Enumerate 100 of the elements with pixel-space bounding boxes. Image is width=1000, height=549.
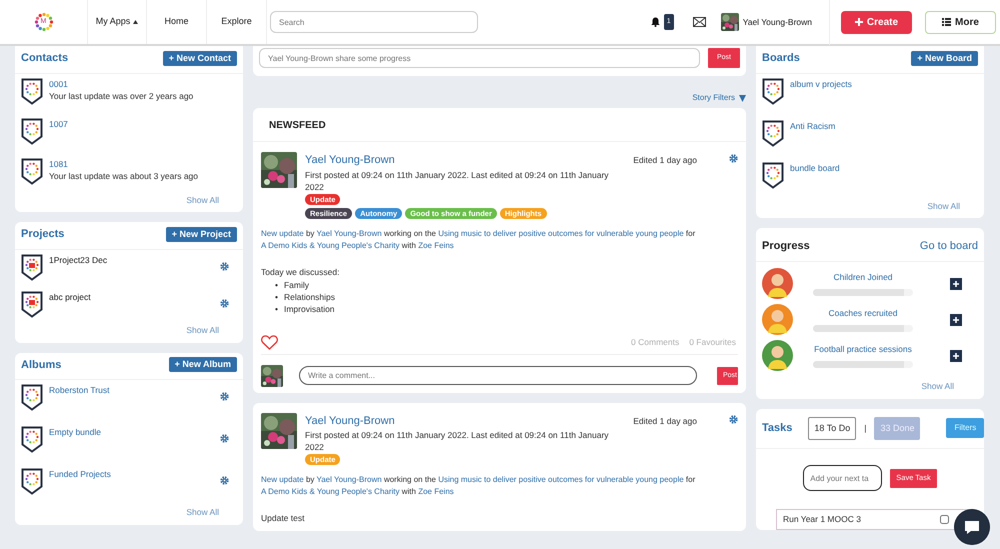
filters-button[interactable]: Filters <box>946 418 984 438</box>
filter-icon <box>739 94 746 102</box>
link[interactable]: Yael Young-Brown <box>316 229 382 238</box>
bullet-item: Relationships <box>284 290 336 303</box>
item-link[interactable]: 1007 <box>49 118 68 130</box>
search-field[interactable]: Search <box>270 11 478 33</box>
mail-icon[interactable] <box>692 17 706 27</box>
add-icon[interactable] <box>950 278 962 290</box>
item-link[interactable]: 1081 <box>49 158 198 170</box>
panel-title: Albums <box>21 358 62 372</box>
bullet-marker: • <box>275 302 278 315</box>
bell-icon[interactable] <box>650 17 660 27</box>
chat-icon[interactable] <box>954 509 990 545</box>
post-text: Today we discussed: <box>261 266 340 279</box>
author-link[interactable]: Yael Young-Brown <box>305 154 395 166</box>
share-field[interactable]: Yael Young-Brown share some progress <box>259 48 700 68</box>
show-all-link[interactable]: Show All <box>186 506 219 519</box>
item-link[interactable]: Anti Racism <box>790 120 836 132</box>
edited-text: Edited 1 day ago <box>633 154 697 167</box>
heart-icon[interactable] <box>261 334 278 350</box>
link[interactable]: Zoe Feins <box>418 487 454 496</box>
panel-title: Contacts <box>21 51 68 66</box>
shield-icon <box>762 120 784 146</box>
show-all-link[interactable]: Show All <box>927 200 960 212</box>
logo-icon[interactable] <box>34 12 54 32</box>
item-link[interactable]: Roberston Trust <box>49 384 110 397</box>
bullet-marker: • <box>275 290 278 303</box>
link[interactable]: New update <box>261 229 304 238</box>
new-button[interactable]: + New Project <box>166 227 237 242</box>
shield-icon <box>21 426 43 453</box>
shield-icon <box>21 254 43 281</box>
nav-link[interactable]: Explore <box>207 0 267 44</box>
link[interactable]: Zoe Feins <box>418 241 454 250</box>
shield-icon <box>21 78 43 104</box>
comments-count: 0 Comments <box>631 336 680 349</box>
create-button[interactable]: Create <box>841 10 912 34</box>
comment-field[interactable]: Write a comment... <box>299 366 697 386</box>
favourites-count: 0 Favourites <box>689 336 736 349</box>
link[interactable]: A Demo Kids & Young People's Charity <box>261 487 400 496</box>
add-icon[interactable] <box>950 314 962 326</box>
post-meta: First posted at 09:24 on 11th January 2022. Last edited at 09:24 on 11th January 2022 <box>305 429 610 454</box>
user-name[interactable]: Yael Young-Brown <box>742 16 812 28</box>
nav-link[interactable]: Home <box>147 0 207 44</box>
go-to-board-link[interactable]: Go to board <box>920 238 978 255</box>
panel-title: Progress <box>762 239 810 254</box>
shield-icon <box>21 290 43 318</box>
task-text: Run Year 1 MOOC 3 <box>783 513 861 526</box>
post-text: Update test <box>261 512 306 525</box>
show-all-link[interactable]: Show All <box>186 324 219 336</box>
shield-icon <box>21 468 43 495</box>
bullet-marker: • <box>275 278 278 291</box>
settings-icon[interactable] <box>220 298 229 308</box>
post-meta: First posted at 09:24 on 11th January 2022. Last edited at 09:24 on 11th January 2022 <box>305 168 610 192</box>
progress-label: Children Joined <box>833 271 893 284</box>
update-text: Your last update was over 2 years ago <box>49 90 194 103</box>
item-link[interactable]: bundle board <box>790 162 840 174</box>
apps-menu[interactable]: My Apps <box>88 0 147 44</box>
shield-icon <box>762 162 784 188</box>
post-sentence: New update by Yael Young-Brown working on the Using music to deliver positive outcomes for vulnerable young people for A Demo Kids & Young People's Charity with Zoe Feins <box>261 228 696 252</box>
item-link[interactable]: Funded Projects <box>49 468 111 481</box>
new-button[interactable]: + New Album <box>168 357 237 372</box>
post-sentence: New update by Yael Young-Brown working on the Using music to deliver positive outcomes for vulnerable young people for A Demo Kids & Young People's Charity with Zoe Feins <box>261 474 696 498</box>
shield-icon <box>21 118 43 144</box>
link[interactable]: Using music to deliver positive outcomes for vulnerable young people <box>438 475 684 484</box>
item-link[interactable]: album v projects <box>790 78 852 90</box>
show-all-link[interactable]: Show All <box>186 194 219 206</box>
new-button[interactable]: + New Contact <box>162 50 237 66</box>
settings-icon[interactable] <box>220 262 229 271</box>
tab[interactable]: 18 To Do <box>808 416 856 440</box>
panel-title: Boards <box>762 51 800 66</box>
update-text: Your last update was about 3 years ago <box>49 170 198 183</box>
link[interactable]: Using music to deliver positive outcomes for vulnerable young people <box>438 229 684 238</box>
settings-icon[interactable] <box>729 154 738 163</box>
link[interactable]: A Demo Kids & Young People's Charity <box>261 241 400 250</box>
settings-icon[interactable] <box>220 434 229 443</box>
edited-text: Edited 1 day ago <box>633 414 697 428</box>
settings-icon[interactable] <box>220 476 229 485</box>
progress-label: Football practice sessions <box>814 343 912 356</box>
more-button[interactable]: More <box>925 10 996 34</box>
item-link[interactable]: Empty bundle <box>49 426 101 439</box>
task-checkbox[interactable] <box>940 514 949 524</box>
settings-icon[interactable] <box>729 414 738 424</box>
item-link[interactable]: 0001 <box>49 78 194 90</box>
story-filters-link[interactable]: Story Filters <box>692 92 746 104</box>
shield-icon <box>21 384 43 411</box>
link[interactable]: Yael Young-Brown <box>316 475 382 484</box>
item-link[interactable]: abc project <box>49 290 91 304</box>
task-field[interactable]: Add your next ta <box>803 465 882 491</box>
settings-icon[interactable] <box>220 392 229 401</box>
new-button[interactable]: + New Board <box>911 50 978 66</box>
link[interactable]: New update <box>261 475 304 484</box>
caret-icon <box>133 20 138 24</box>
separator: | <box>864 422 866 435</box>
add-icon[interactable] <box>950 350 962 362</box>
item-link[interactable]: 1Project23 Dec <box>49 254 108 266</box>
newsfeed-title: NEWSFEED <box>269 120 326 131</box>
shield-icon <box>762 78 784 104</box>
panel-title: Projects <box>21 227 64 242</box>
show-all-link[interactable]: Show All <box>921 380 954 392</box>
author-link[interactable]: Yael Young-Brown <box>305 414 395 427</box>
